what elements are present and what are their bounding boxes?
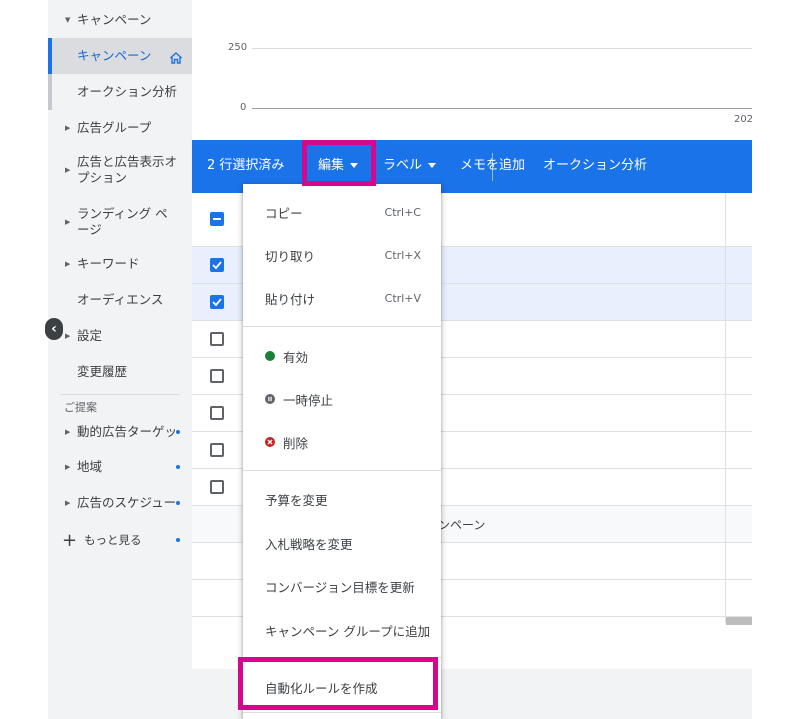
performance-chart: 250 0 202 xyxy=(192,0,754,140)
menu-shortcut: Ctrl+C xyxy=(384,205,421,219)
gridline xyxy=(252,48,752,49)
menu-item-pause[interactable]: 一時停止 xyxy=(243,385,441,413)
home-icon[interactable] xyxy=(170,52,182,64)
add-memo-button[interactable]: メモを追加 xyxy=(460,157,525,175)
sidebar-item-campaigns-group[interactable]: ▼ キャンペーン xyxy=(48,8,192,32)
row-checkbox[interactable] xyxy=(210,369,224,383)
menu-item-add-to-group[interactable]: キャンペーン グループに追加 xyxy=(243,616,441,644)
x-tick-date: 202 xyxy=(734,114,754,125)
row-checkbox[interactable] xyxy=(210,332,224,346)
menu-item-copy[interactable]: コピー Ctrl+C xyxy=(243,198,441,226)
minus-icon xyxy=(213,218,221,220)
x-axis-line xyxy=(252,108,752,109)
row-checkbox[interactable] xyxy=(210,258,224,272)
menu-label: 一時停止 xyxy=(283,392,334,408)
check-icon xyxy=(212,298,222,307)
horizontal-scrollbar[interactable] xyxy=(726,617,752,625)
menu-label: コピー xyxy=(265,205,303,221)
menu-divider xyxy=(243,470,441,471)
row-checkbox[interactable] xyxy=(210,406,224,420)
caret-right-icon: ▶ xyxy=(65,428,71,436)
menu-item-change-bidding[interactable]: 入札戦略を変更 xyxy=(243,529,441,557)
menu-item-cut[interactable]: 切り取り Ctrl+X xyxy=(243,241,441,269)
total-row-label: ンペーン xyxy=(438,518,486,532)
menu-item-enable[interactable]: 有効 xyxy=(243,342,441,370)
caret-right-icon: ▶ xyxy=(65,499,71,507)
caret-right-icon: ▶ xyxy=(65,463,71,471)
menu-shortcut: Ctrl+V xyxy=(384,291,421,305)
menu-label: 入札戦略を変更 xyxy=(265,536,353,552)
column-divider xyxy=(725,193,726,623)
new-dot-icon xyxy=(176,538,180,542)
row-checkbox[interactable] xyxy=(210,295,224,309)
caret-down-icon: ▼ xyxy=(65,16,71,24)
menu-item-remove[interactable]: 削除 xyxy=(243,428,441,456)
sidebar-item-campaigns[interactable]: キャンペーン xyxy=(48,38,192,74)
paused-status-icon xyxy=(265,394,275,404)
sidebar-divider xyxy=(60,394,180,395)
edit-dropdown-menu: コピー Ctrl+C 切り取り Ctrl+X 貼り付け Ctrl+V 有効 一時… xyxy=(243,184,441,719)
menu-item-change-budget[interactable]: 予算を変更 xyxy=(243,485,441,513)
menu-divider xyxy=(243,326,441,327)
app-root: ▼ キャンペーン キャンペーン オークション分析 ▶ 広告グループ ▶ 広告と広… xyxy=(0,0,800,719)
sidebar-item-dynamic-ad-targets[interactable]: ▶ 動的広告ターゲッ xyxy=(48,420,192,444)
new-dot-icon xyxy=(176,465,180,469)
row-checkbox[interactable] xyxy=(210,480,224,494)
menu-item-create-rule[interactable]: 自動化ルールを作成 xyxy=(243,673,441,701)
sidebar-item-landing-pages[interactable]: ▶ ランディング ページ xyxy=(48,204,192,240)
menu-divider xyxy=(243,712,441,713)
edit-menu-button[interactable]: 編集 xyxy=(318,157,359,175)
row-checkbox[interactable] xyxy=(210,443,224,457)
menu-label: 貼り付け xyxy=(265,291,316,307)
caret-right-icon: ▶ xyxy=(65,124,71,132)
sidebar: ▼ キャンペーン キャンペーン オークション分析 ▶ 広告グループ ▶ 広告と広… xyxy=(48,0,192,719)
sidebar-item-settings[interactable]: ▶ 設定 xyxy=(48,324,192,348)
caret-down-icon xyxy=(350,163,359,168)
menu-divider xyxy=(243,657,441,658)
label-label: ラベル xyxy=(383,158,423,173)
sidebar-item-locations[interactable]: ▶ 地域 xyxy=(48,455,192,479)
check-icon xyxy=(212,261,222,270)
sidebar-item-ad-schedule[interactable]: ▶ 広告のスケジュー xyxy=(48,491,192,515)
selected-count: 2 行選択済み xyxy=(207,158,285,173)
menu-label: コンバージョン目標を更新 xyxy=(265,579,415,595)
menu-item-update-conversion[interactable]: コンバージョン目標を更新 xyxy=(243,572,441,600)
auction-insights-button[interactable]: オークション分析 xyxy=(543,157,647,175)
menu-shortcut: Ctrl+X xyxy=(384,248,421,262)
menu-label: キャンペーン グループに追加 xyxy=(265,623,431,639)
sidebar-item-ads-extensions[interactable]: ▶ 広告と広告表示オプション xyxy=(48,152,192,188)
removed-status-icon xyxy=(265,437,275,447)
caret-right-icon: ▶ xyxy=(65,332,71,340)
caret-right-icon: ▶ xyxy=(65,166,71,174)
plus-icon: + xyxy=(62,529,78,551)
new-dot-icon xyxy=(176,501,180,505)
enabled-status-icon xyxy=(265,351,275,361)
menu-label: 自動化ルールを作成 xyxy=(265,680,378,696)
select-all-checkbox[interactable] xyxy=(210,212,224,226)
y-tick-250: 250 xyxy=(228,42,248,53)
caret-right-icon: ▶ xyxy=(65,260,71,268)
edit-label: 編集 xyxy=(318,158,345,173)
suggestions-header: ご提案 xyxy=(64,401,97,414)
new-dot-icon xyxy=(176,430,180,434)
sidebar-item-keywords[interactable]: ▶ キーワード xyxy=(48,252,192,276)
caret-down-icon xyxy=(428,163,437,168)
menu-label: 削除 xyxy=(283,435,309,451)
menu-label: 有効 xyxy=(283,349,309,365)
menu-label: 切り取り xyxy=(265,248,316,264)
menu-item-paste[interactable]: 貼り付け Ctrl+V xyxy=(243,284,441,312)
sidebar-item-change-history[interactable]: 変更履歴 xyxy=(48,360,192,384)
y-tick-0: 0 xyxy=(240,102,247,113)
menu-label: 予算を変更 xyxy=(265,492,328,508)
sidebar-item-auction-insights[interactable]: オークション分析 xyxy=(48,74,192,110)
label-menu-button[interactable]: ラベル xyxy=(383,157,437,175)
sidebar-more-button[interactable]: + もっと見る xyxy=(48,528,192,552)
caret-right-icon: ▶ xyxy=(65,218,71,226)
sidebar-item-ad-groups[interactable]: ▶ 広告グループ xyxy=(48,116,192,140)
collapse-sidebar-button[interactable]: ‹ xyxy=(45,318,63,340)
sidebar-item-audiences[interactable]: オーディエンス xyxy=(48,288,192,312)
